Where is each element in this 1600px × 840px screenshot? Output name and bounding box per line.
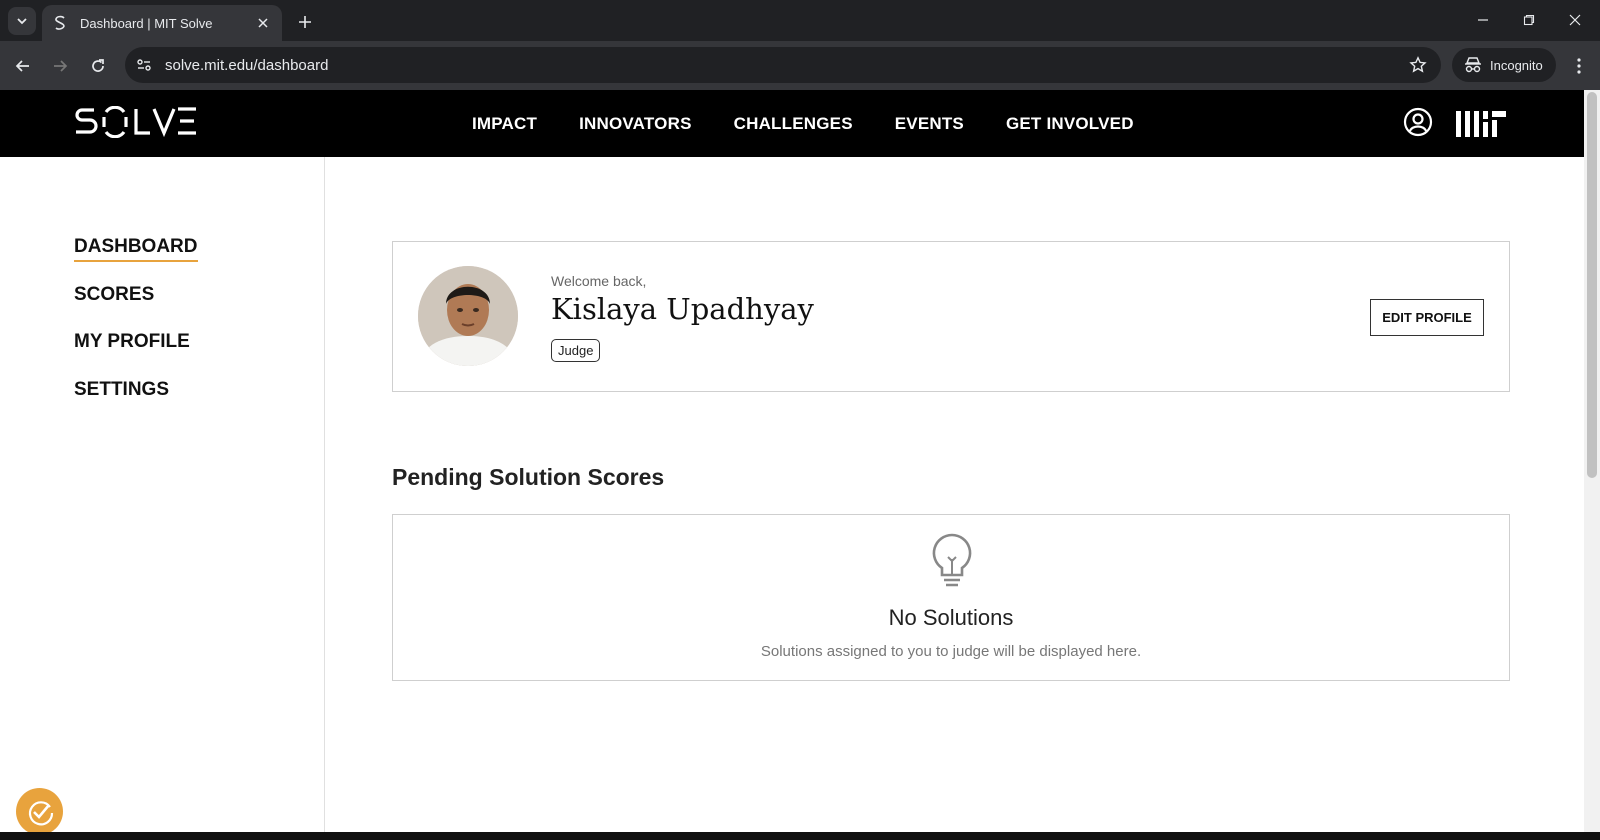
page-viewport: IMPACT INNOVATORS CHALLENGES EVENTS GET …: [0, 90, 1584, 832]
solve-favicon-icon: [52, 15, 68, 31]
sidebar-item-settings[interactable]: SETTINGS: [74, 379, 169, 401]
page-scrollbar[interactable]: [1584, 90, 1600, 832]
tab-search-button[interactable]: [8, 7, 36, 35]
plus-icon: [299, 16, 311, 28]
check-circle-icon: [28, 800, 53, 825]
accessibility-widget-button[interactable]: [16, 788, 63, 832]
minimize-button[interactable]: [1460, 6, 1506, 34]
main-nav: IMPACT INNOVATORS CHALLENGES EVENTS GET …: [472, 90, 1134, 157]
url-text[interactable]: solve.mit.edu/dashboard: [165, 57, 1403, 74]
edit-profile-button[interactable]: EDIT PROFILE: [1370, 299, 1484, 336]
reload-button[interactable]: [83, 51, 113, 81]
chevron-down-icon: [17, 18, 27, 25]
incognito-badge[interactable]: Incognito: [1452, 48, 1556, 82]
nav-challenges[interactable]: CHALLENGES: [734, 114, 853, 134]
close-icon: [1569, 14, 1581, 26]
incognito-label: Incognito: [1490, 57, 1543, 73]
nav-impact[interactable]: IMPACT: [472, 114, 537, 134]
bottom-edge: [0, 832, 1600, 840]
site-info-icon[interactable]: [129, 50, 159, 80]
nav-get-involved[interactable]: GET INVOLVED: [1006, 114, 1134, 134]
empty-state-title: No Solutions: [888, 605, 1014, 630]
browser-tab[interactable]: Dashboard | MIT Solve: [42, 5, 282, 41]
more-vertical-icon: [1577, 58, 1581, 74]
role-badge: Judge: [551, 339, 601, 362]
arrow-right-icon: [54, 60, 68, 72]
tab-title: Dashboard | MIT Solve: [80, 15, 213, 31]
close-window-button[interactable]: [1552, 6, 1598, 34]
mit-logo[interactable]: [1456, 111, 1506, 137]
sidebar-item-dashboard[interactable]: DASHBOARD: [74, 236, 198, 262]
lightbulb-icon: [932, 533, 972, 587]
address-bar[interactable]: solve.mit.edu/dashboard: [125, 47, 1441, 83]
sidebar-item-scores[interactable]: SCORES: [74, 284, 154, 306]
minimize-icon: [1478, 19, 1488, 21]
nav-innovators[interactable]: INNOVATORS: [579, 114, 692, 134]
browser-toolbar: solve.mit.edu/dashboard Incognito: [0, 41, 1600, 90]
forward-button[interactable]: [45, 51, 75, 81]
sidebar: DASHBOARD SCORES MY PROFILE SETTINGS: [0, 157, 325, 832]
user-name: Kislaya Upadhyay: [551, 292, 814, 326]
back-button[interactable]: [8, 51, 38, 81]
browser-menu-button[interactable]: [1566, 51, 1592, 81]
close-tab-icon[interactable]: [254, 14, 272, 32]
avatar: [418, 266, 518, 366]
pending-scores-card: No Solutions Solutions assigned to you t…: [392, 514, 1510, 681]
incognito-icon: [1465, 57, 1481, 73]
welcome-text: Welcome back,: [551, 273, 647, 289]
arrow-left-icon: [15, 60, 29, 72]
user-account-icon[interactable]: [1403, 107, 1433, 137]
browser-tab-bar: Dashboard | MIT Solve: [0, 0, 1600, 41]
scrollbar-thumb[interactable]: [1587, 92, 1597, 478]
bookmark-star-icon[interactable]: [1403, 50, 1433, 80]
new-tab-button[interactable]: [292, 9, 318, 35]
restore-button[interactable]: [1506, 6, 1552, 34]
sidebar-item-my-profile[interactable]: MY PROFILE: [74, 331, 190, 353]
solve-logo[interactable]: [74, 106, 198, 138]
restore-icon: [1523, 14, 1535, 26]
profile-card: Welcome back, Kislaya Upadhyay Judge EDI…: [392, 241, 1510, 392]
site-header: IMPACT INNOVATORS CHALLENGES EVENTS GET …: [0, 90, 1584, 157]
reload-icon: [92, 59, 104, 72]
pending-scores-title: Pending Solution Scores: [392, 464, 665, 490]
nav-events[interactable]: EVENTS: [895, 114, 964, 134]
empty-state-text: Solutions assigned to you to judge will …: [760, 643, 1142, 660]
